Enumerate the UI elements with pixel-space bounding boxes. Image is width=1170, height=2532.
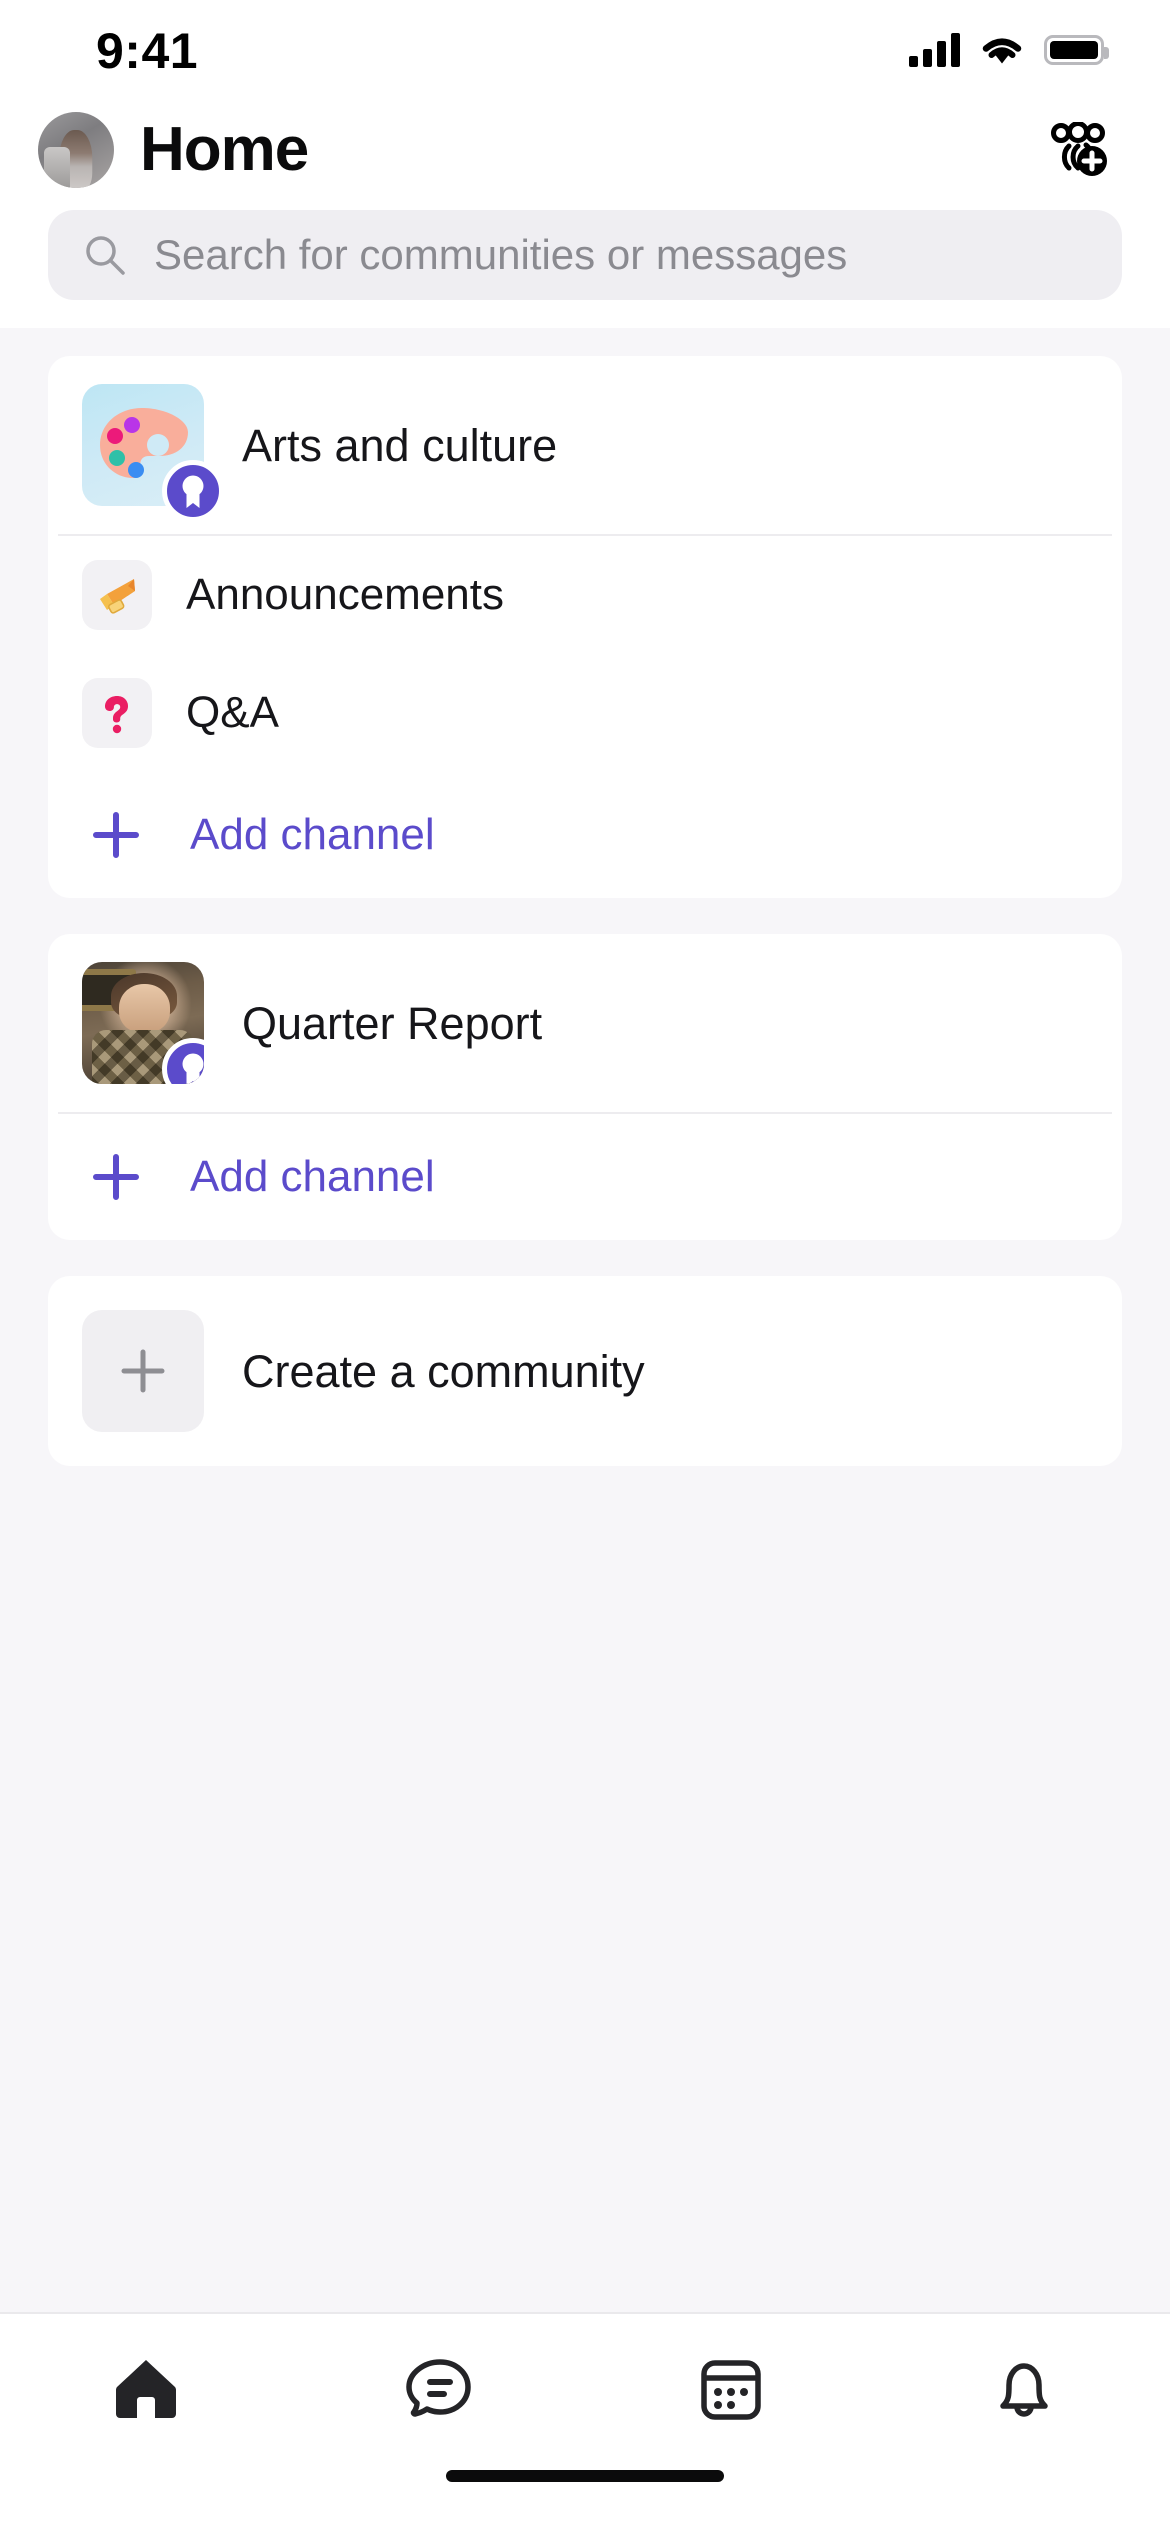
community-card-arts-and-culture: Arts and culture Announcements Q&A Add c… xyxy=(48,356,1122,898)
add-channel-button[interactable]: Add channel xyxy=(48,772,1122,898)
channel-name: Announcements xyxy=(186,570,504,619)
community-header-row[interactable]: Arts and culture xyxy=(48,356,1122,534)
wifi-icon xyxy=(982,38,1022,64)
owner-award-badge xyxy=(162,460,224,522)
search-icon xyxy=(86,236,125,275)
home-indicator-area xyxy=(0,2464,1170,2532)
question-mark-icon xyxy=(82,678,152,748)
tab-notifications[interactable] xyxy=(878,2314,1170,2464)
community-name: Arts and culture xyxy=(242,419,558,471)
search-section: Search for communities or messages xyxy=(0,204,1170,328)
photo-avatar xyxy=(82,962,204,1084)
content-area: Arts and culture Announcements Q&A Add c… xyxy=(0,328,1170,2312)
plus-icon xyxy=(82,801,150,869)
search-input[interactable]: Search for communities or messages xyxy=(48,210,1122,300)
tab-chats[interactable] xyxy=(293,2314,586,2464)
community-card-quarter-report: Quarter Report Add channel xyxy=(48,934,1122,1240)
channel-row-qa[interactable]: Q&A xyxy=(48,654,1122,772)
add-channel-label: Add channel xyxy=(190,1152,435,1201)
app-screen: 9:41 Home Search for communities or mess… xyxy=(0,0,1170,2532)
tab-home[interactable] xyxy=(0,2314,293,2464)
community-name: Quarter Report xyxy=(242,997,543,1049)
plus-icon xyxy=(82,1310,204,1432)
channel-row-announcements[interactable]: Announcements xyxy=(48,536,1122,654)
bell-icon xyxy=(1000,2363,1048,2417)
chat-bubble-icon xyxy=(406,2359,471,2417)
channel-name: Q&A xyxy=(186,688,279,737)
home-icon xyxy=(116,2360,177,2418)
megaphone-icon xyxy=(82,560,152,630)
battery-full-icon xyxy=(1044,35,1109,65)
add-channel-button[interactable]: Add channel xyxy=(48,1114,1122,1240)
face xyxy=(118,983,170,1033)
status-bar: 9:41 xyxy=(0,0,1170,96)
bottom-tab-bar xyxy=(0,2312,1170,2464)
page-title: Home xyxy=(140,115,309,184)
app-header: Home xyxy=(0,96,1170,204)
calendar-icon xyxy=(701,2360,761,2420)
status-indicators xyxy=(909,29,1109,67)
status-time: 9:41 xyxy=(96,23,199,79)
avatar[interactable] xyxy=(38,112,114,188)
palette-icon xyxy=(82,384,224,522)
create-community-button[interactable]: Create a community xyxy=(48,1276,1122,1466)
community-header-row[interactable]: Quarter Report xyxy=(48,934,1122,1112)
search-placeholder: Search for communities or messages xyxy=(154,231,848,278)
signal-bars-icon xyxy=(909,33,960,67)
home-indicator[interactable] xyxy=(446,2470,724,2482)
add-people-icon[interactable] xyxy=(1046,117,1112,183)
plus-icon xyxy=(82,1143,150,1211)
create-community-card: Create a community xyxy=(48,1276,1122,1466)
add-channel-label: Add channel xyxy=(190,810,435,859)
tab-calendar[interactable] xyxy=(585,2314,878,2464)
create-community-label: Create a community xyxy=(242,1345,645,1397)
